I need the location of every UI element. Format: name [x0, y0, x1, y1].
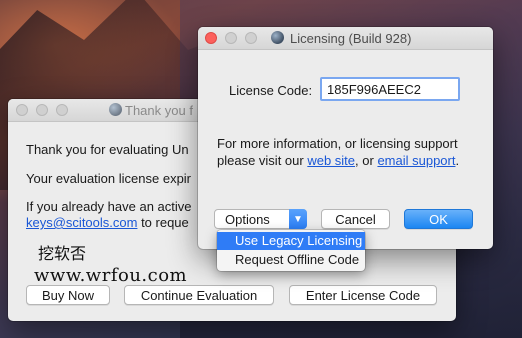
app-icon	[109, 103, 122, 116]
ok-button[interactable]: OK	[404, 209, 473, 229]
evaluation-window-title: Thank you f	[125, 103, 193, 118]
evaluation-message: Thank you for evaluating Un	[26, 142, 189, 157]
license-code-input[interactable]	[320, 77, 460, 101]
info-prefix: please visit our	[217, 153, 308, 168]
info-suffix: .	[455, 153, 460, 168]
watermark-chinese: 挖软否	[38, 244, 87, 263]
options-menu: Use Legacy Licensing Request Offline Cod…	[217, 230, 365, 271]
menu-item-use-legacy-licensing[interactable]: Use Legacy Licensing	[217, 232, 365, 250]
keys-email-link[interactable]: keys@scitools.com	[26, 215, 137, 230]
licensing-titlebar: Licensing (Build 928)	[198, 27, 493, 50]
info-line-1: For more information, or licensing suppo…	[217, 136, 458, 151]
license-code-label: License Code:	[229, 83, 313, 98]
minimize-button[interactable]	[36, 104, 48, 116]
app-icon	[271, 31, 284, 44]
keys-line: keys@scitools.com to reque	[26, 215, 189, 230]
close-button[interactable]	[205, 32, 217, 44]
keys-line-suffix: to reque	[137, 215, 189, 230]
menu-item-request-offline-code[interactable]: Request Offline Code	[217, 251, 365, 269]
licensing-dialog: Licensing (Build 928) License Code: For …	[198, 27, 493, 249]
minimize-button[interactable]	[225, 32, 237, 44]
info-mid: , or	[355, 153, 378, 168]
info-line-2: please visit our web site, or email supp…	[217, 153, 459, 168]
expiry-message: Your evaluation license expir	[26, 171, 192, 186]
cancel-button[interactable]: Cancel	[321, 209, 390, 229]
zoom-button[interactable]	[56, 104, 68, 116]
options-label: Options	[225, 212, 270, 227]
enter-license-code-button[interactable]: Enter License Code	[289, 285, 437, 305]
active-license-message: If you already have an active	[26, 199, 192, 214]
licensing-window-title: Licensing (Build 928)	[290, 31, 412, 46]
email-support-link[interactable]: email support	[377, 153, 455, 168]
web-site-link[interactable]: web site	[307, 153, 355, 168]
watermark-url: www.wrfou.com	[34, 265, 188, 286]
continue-evaluation-button[interactable]: Continue Evaluation	[124, 285, 274, 305]
options-popup-button[interactable]: Options ▼	[214, 209, 307, 229]
close-button[interactable]	[16, 104, 28, 116]
zoom-button[interactable]	[245, 32, 257, 44]
chevron-down-icon: ▼	[289, 209, 307, 229]
buy-now-button[interactable]: Buy Now	[26, 285, 110, 305]
